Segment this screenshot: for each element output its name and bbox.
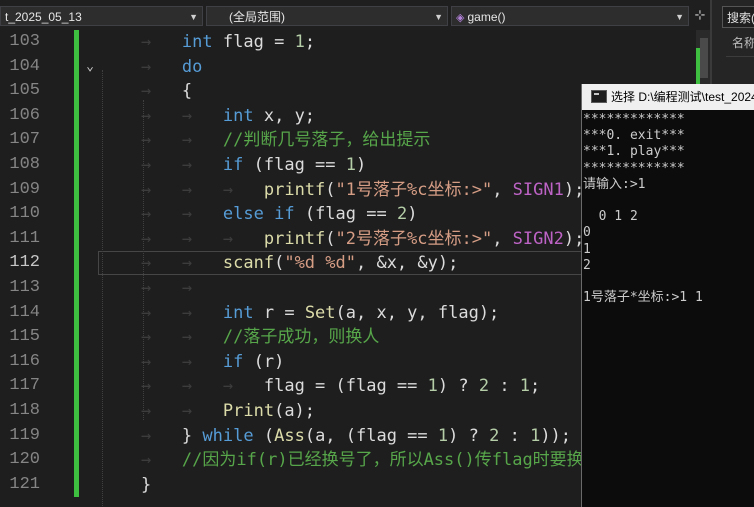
code-text: → → //落子成功，则换人 [140,327,380,348]
code-text: → { [140,81,193,102]
code-text: → → int r = Set(a, x, y, flag); [140,302,500,323]
change-marker [74,30,79,55]
code-line: 104 ⌄ → do [0,54,696,80]
fold-chevron-icon[interactable]: ⌄ [83,55,97,80]
scope-label: (全局范围) [229,10,285,24]
line-number: 112 [9,253,40,273]
function-label: game() [467,10,506,24]
change-marker [74,325,79,350]
change-marker [74,374,79,399]
change-marker [74,226,79,252]
side-divider [726,56,754,57]
project-label: t_2025_05_13 [5,10,82,24]
line-number: 104 [9,56,40,76]
change-marker [74,399,79,424]
code-text: → → else if (flag == 2) [140,204,418,225]
code-line: 103 → int flag = 1; [0,30,696,55]
line-number: 115 [9,327,40,347]
code-text: → → scanf("%d %d", &x, &y); [140,253,459,274]
line-number: 107 [9,130,40,150]
chevron-down-icon: ▼ [434,12,443,22]
code-text: → do [140,56,203,77]
console-output: ************* ***0. exit*** ***1. play**… [583,112,703,306]
line-number: 118 [9,401,40,420]
line-number: 114 [9,302,40,322]
function-cube-icon: ◈ [456,12,465,24]
line-number: 111 [9,228,40,248]
console-window[interactable]: 选择 D:\编程测试\test_2024 ************* ***0.… [581,84,754,507]
code-text: → //因为if(r)已经换号了，所以Ass()传flag时要换 [140,450,584,471]
line-number: 108 [9,155,40,174]
side-search-input[interactable]: 搜索( [722,6,754,28]
scrollbar-thumb[interactable] [700,38,708,78]
change-marker [74,300,79,326]
line-number: 119 [9,425,40,445]
code-text: → → → printf("1号落子%c坐标:>", SIGN1); [140,179,585,200]
console-app-icon [591,90,607,104]
code-text: → → → flag = (flag == 1) ? 2 : 1; [140,376,541,397]
line-number: 117 [9,376,40,396]
code-text: → → //判断几号落子，给出提示 [140,130,431,151]
change-marker [74,472,79,498]
change-marker [74,423,79,449]
change-marker [74,128,79,153]
line-number: 113 [9,278,40,297]
code-text: → → if (r) [140,351,285,372]
change-marker [74,153,79,178]
line-number: 110 [9,204,40,224]
change-marker [74,177,79,203]
code-text: → → int x, y; [140,105,316,126]
line-number: 105 [9,81,40,101]
line-number: 120 [9,450,40,470]
change-marker [74,349,79,375]
code-text: → } while (Ass(a, (flag == 1) ? 2 : 1)); [140,425,572,446]
indent-guide [143,100,144,420]
change-marker [74,79,79,104]
navigation-bar: t_2025_05_13 ▼ (全局范围) ▼ ◈ game() ▼ ⊹ [0,0,710,31]
indent-guide [102,70,103,507]
code-text: → → if (flag == 1) [140,155,367,175]
change-marker [74,251,79,276]
scope-dropdown[interactable]: (全局范围) ▼ [206,6,448,26]
code-text: → → [140,278,193,298]
change-marker [74,448,79,473]
code-text: → → → printf("2号落子%c坐标:>", SIGN2); [140,228,585,249]
line-number: 109 [9,179,40,199]
line-number: 116 [9,351,40,371]
line-number: 121 [9,474,40,494]
console-title-bar[interactable]: 选择 D:\编程测试\test_2024 [582,84,754,110]
side-column-header: 名称 [732,36,754,50]
chevron-down-icon: ▼ [675,12,684,22]
console-title: 选择 D:\编程测试\test_2024 [611,90,754,104]
chevron-down-icon: ▼ [189,12,198,22]
change-marker [74,54,79,80]
code-text: → int flag = 1; [140,32,316,52]
line-number: 103 [9,32,40,51]
function-dropdown[interactable]: ◈ game() ▼ [451,6,689,26]
project-dropdown[interactable]: t_2025_05_13 ▼ [0,6,203,26]
change-marker [74,276,79,301]
code-text: } [140,474,152,495]
change-marker [74,103,79,129]
add-split-icon[interactable]: ⊹ [692,6,708,26]
change-marker [74,202,79,227]
code-text: → → Print(a); [140,401,316,421]
line-number: 106 [9,105,40,125]
